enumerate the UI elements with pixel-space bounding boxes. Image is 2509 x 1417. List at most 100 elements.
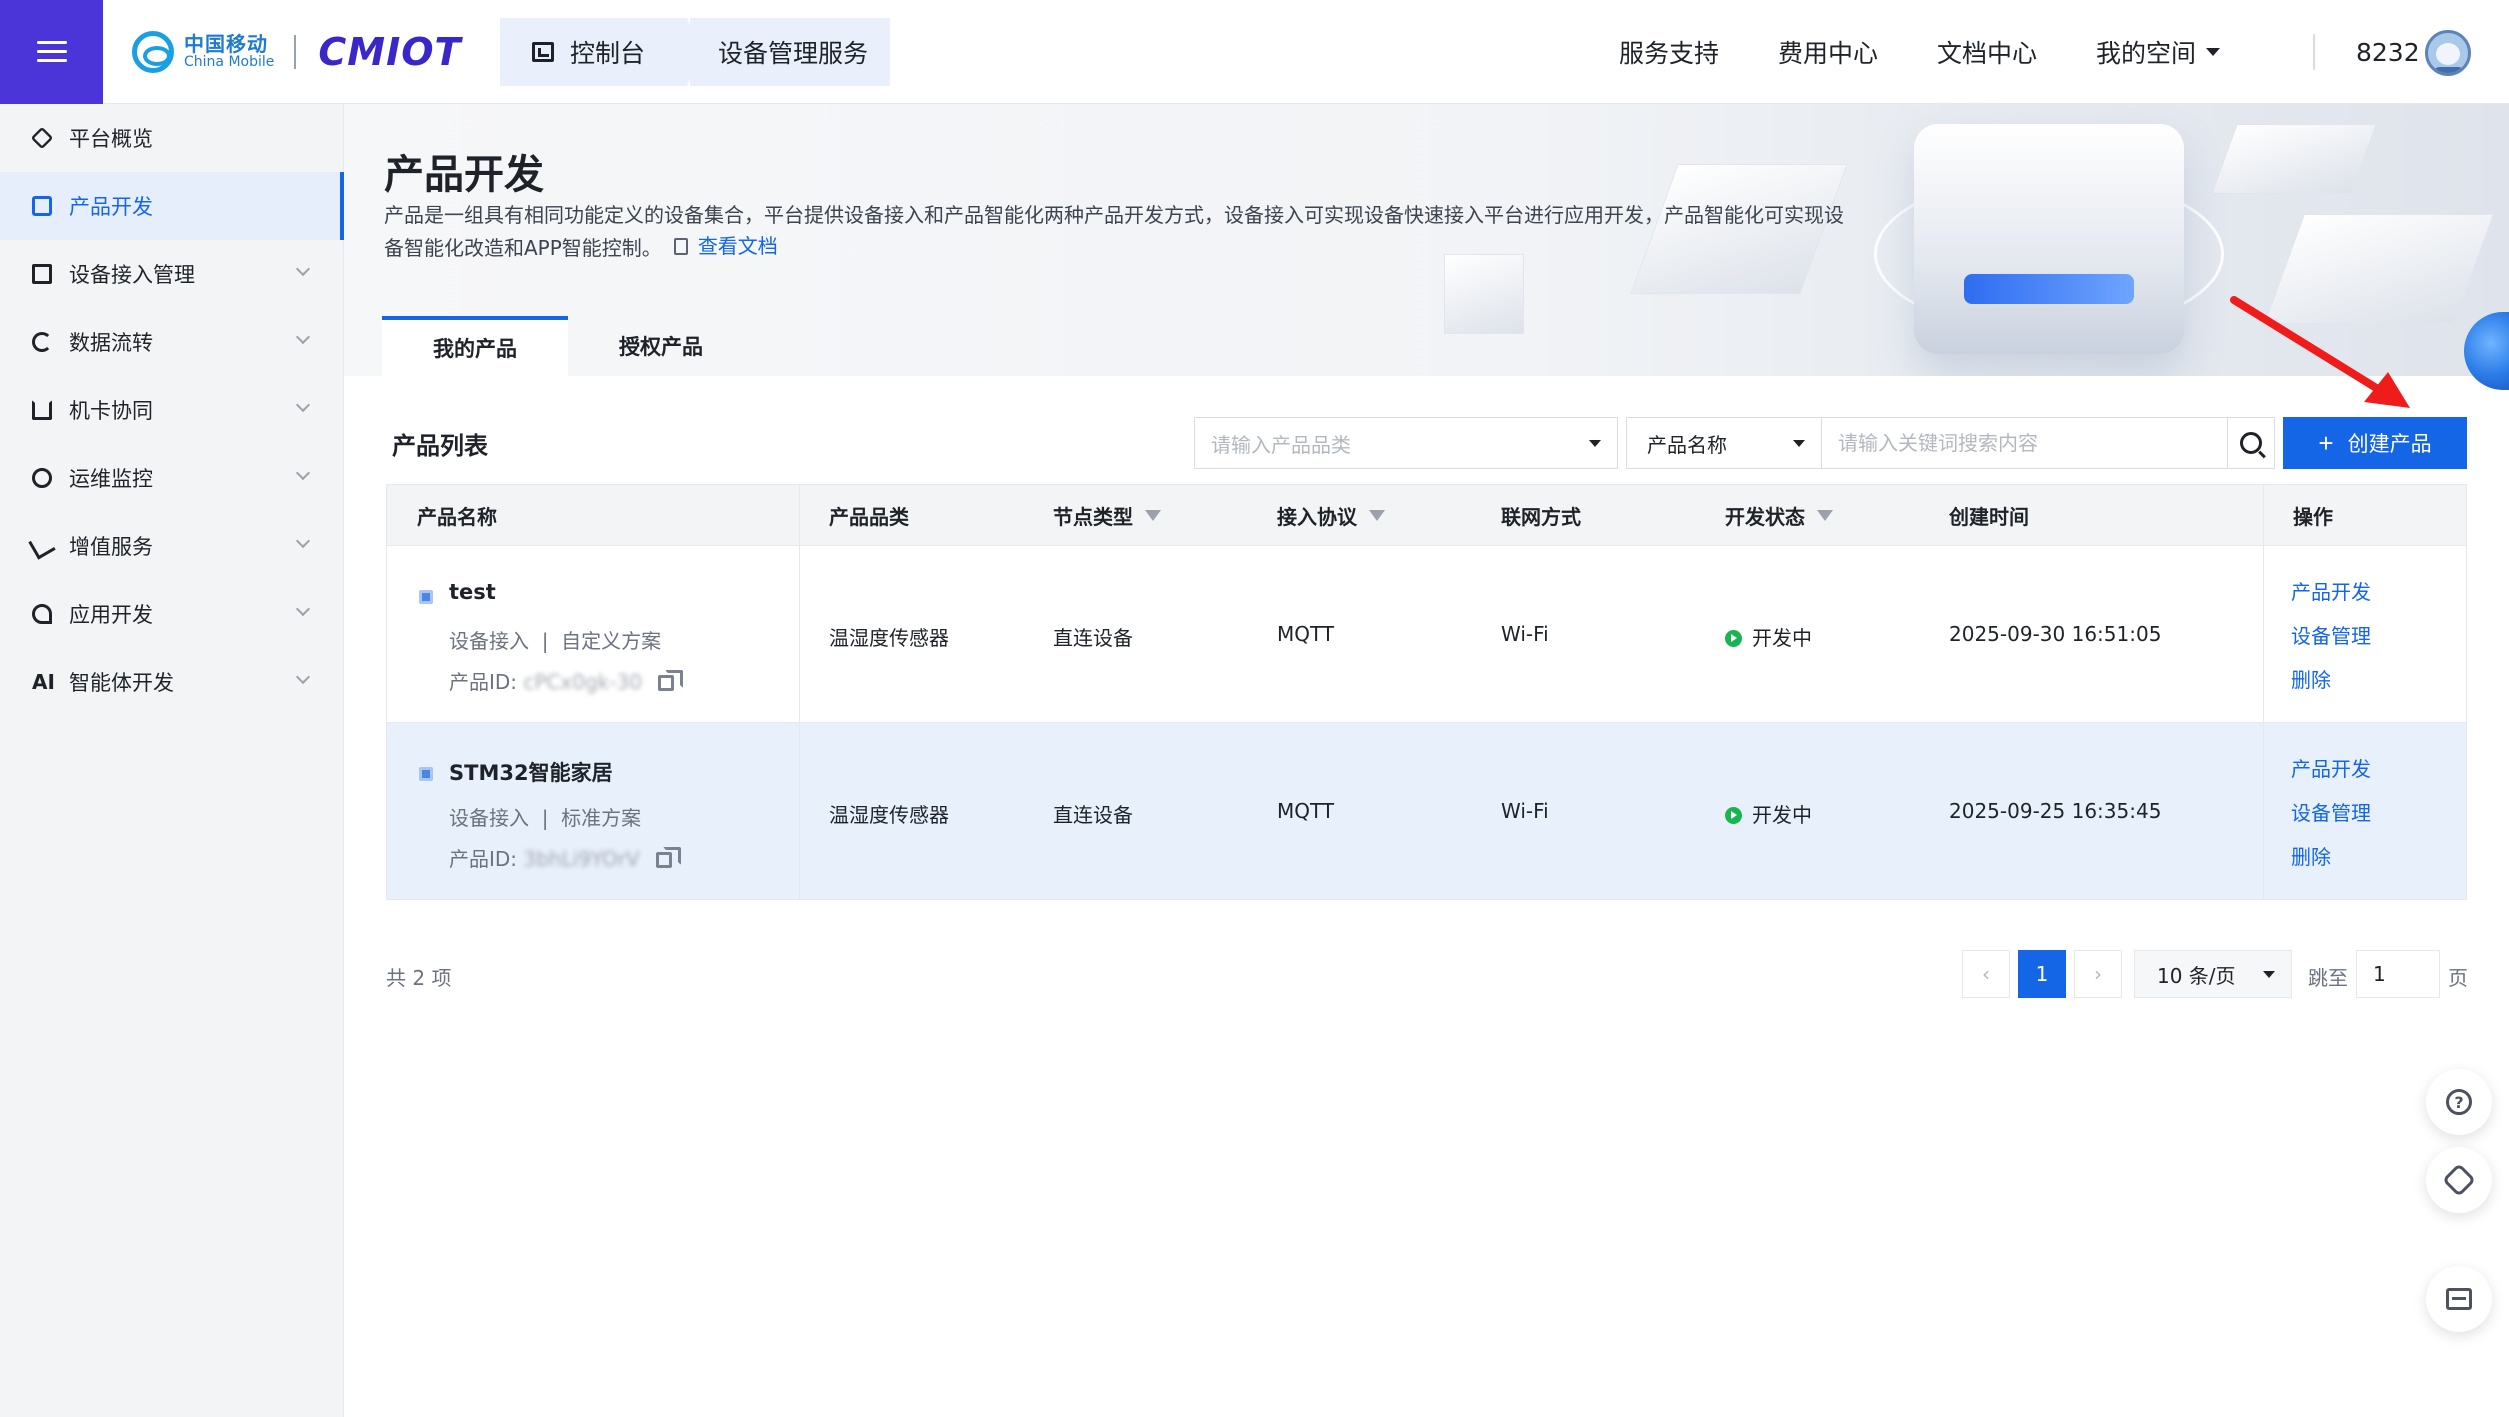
annotation-arrow-icon (2230, 296, 2410, 408)
chevron-down-icon (295, 397, 311, 413)
status-badge: 开发中 (1725, 799, 1812, 828)
product-id: 产品ID: cPCx0gk-30 (449, 666, 684, 695)
view-docs-link[interactable]: 查看文档 (662, 231, 778, 262)
breadcrumb-device-service[interactable]: 设备管理服务 (690, 18, 890, 86)
product-name[interactable]: STM32智能家居 (449, 757, 613, 787)
jump-label: 跳至 (2308, 966, 2348, 990)
help-button[interactable]: ? (2426, 1069, 2492, 1135)
filter-icon[interactable] (1817, 509, 1833, 521)
tab-my-products[interactable]: 我的产品 (382, 316, 568, 376)
breadcrumb-console-label: 控制台 (570, 39, 646, 68)
table-row: test 设备接入 | 自定义方案 产品ID: cPCx0gk-30 温湿度传感… (387, 545, 2466, 723)
product-dev-link[interactable]: 产品开发 (2291, 753, 2371, 782)
tab-authorized-products[interactable]: 授权产品 (568, 316, 754, 376)
document-icon (673, 238, 688, 255)
search-input[interactable] (1822, 417, 2228, 469)
cmiot-logo: CMIOT (318, 30, 462, 74)
sidebar-item-app-dev[interactable]: 应用开发 (0, 580, 344, 648)
top-bar: 中国移动 China Mobile CMIOT 控制台 设备管理服务 服务支持 … (0, 0, 2509, 104)
delete-link[interactable]: 删除 (2291, 664, 2331, 693)
search-field-select[interactable]: 产品名称 (1626, 417, 1822, 469)
jump-page-input[interactable] (2356, 950, 2440, 998)
copy-icon[interactable] (658, 670, 684, 691)
nav-service-support[interactable]: 服务支持 (1619, 0, 1719, 104)
delete-link[interactable]: 删除 (2291, 841, 2331, 870)
value-added-icon (28, 532, 56, 560)
breadcrumb-console[interactable]: 控制台 (500, 18, 687, 86)
sidebar-item-device-access[interactable]: 设备接入管理 (0, 240, 344, 308)
china-mobile-logo-icon (132, 31, 174, 73)
column-name: 产品名称 (417, 504, 497, 529)
chevron-down-icon (295, 261, 311, 277)
sidebar-item-overview[interactable]: 平台概览 (0, 104, 344, 172)
product-category: 温湿度传感器 (829, 803, 949, 827)
column-category: 产品品类 (829, 504, 909, 529)
search-icon (2240, 432, 2262, 454)
create-product-button[interactable]: + 创建产品 (2283, 417, 2467, 469)
message-icon (2446, 1288, 2472, 1310)
filter-icon[interactable] (1369, 509, 1385, 521)
nav-doc-center[interactable]: 文档中心 (1937, 0, 2037, 104)
page-title: 产品开发 (384, 152, 544, 198)
next-page-button[interactable]: › (2074, 950, 2122, 998)
column-node-type: 节点类型 (1053, 485, 1161, 545)
status-running-icon (1725, 807, 1742, 824)
brand-en: China Mobile (184, 54, 275, 71)
chevron-down-icon (1793, 440, 1805, 447)
product-icon (419, 767, 433, 781)
page-banner: 产品开发 产品是一组具有相同功能定义的设备集合，平台提供设备接入和产品智能化两种… (344, 104, 2509, 376)
filter-icon[interactable] (1145, 509, 1161, 521)
banner-decoration (1444, 254, 1524, 334)
logo[interactable]: 中国移动 China Mobile CMIOT (132, 28, 461, 76)
sidebar-item-data-flow[interactable]: 数据流转 (0, 308, 344, 376)
product-dev-link[interactable]: 产品开发 (2291, 576, 2371, 605)
total-count: 共 2 项 (386, 966, 452, 990)
banner-decoration (2211, 124, 2377, 194)
column-network: 联网方式 (1501, 504, 1581, 529)
data-flow-icon (32, 332, 52, 352)
page-unit-label: 页 (2448, 966, 2468, 990)
search-button[interactable] (2227, 417, 2275, 469)
prev-page-button[interactable]: ‹ (1962, 950, 2010, 998)
main-content: 产品开发 产品是一组具有相同功能定义的设备集合，平台提供设备接入和产品智能化两种… (344, 104, 2509, 1417)
copy-icon[interactable] (656, 847, 682, 868)
sidebar-item-card-sync[interactable]: 机卡协同 (0, 376, 344, 444)
message-button[interactable] (2426, 1266, 2492, 1332)
category-select[interactable]: 请输入产品品类 (1194, 417, 1618, 469)
sidebar-item-product-dev[interactable]: 产品开发 (0, 172, 344, 240)
chevron-down-icon (295, 465, 311, 481)
chevron-down-icon (1589, 440, 1601, 447)
page-size-select[interactable]: 10 条/页 (2134, 950, 2292, 998)
chevron-down-icon (2206, 48, 2221, 56)
device-manage-link[interactable]: 设备管理 (2291, 620, 2371, 649)
column-status: 开发状态 (1725, 485, 1833, 545)
product-name[interactable]: test (449, 580, 496, 604)
access-protocol: MQTT (1277, 799, 1335, 823)
sidebar-item-monitor[interactable]: 运维监控 (0, 444, 344, 512)
overview-icon (30, 126, 54, 150)
feedback-button[interactable] (2426, 1147, 2492, 1213)
brand-cn: 中国移动 (184, 32, 268, 57)
app-dev-icon (32, 604, 52, 624)
node-type: 直连设备 (1053, 626, 1133, 650)
monitor-icon (32, 468, 52, 488)
sidebar-item-value-added[interactable]: 增值服务 (0, 512, 344, 580)
card-sync-icon (32, 400, 52, 420)
nav-my-space[interactable]: 我的空间 (2096, 0, 2221, 104)
page-number-current[interactable]: 1 (2018, 950, 2066, 998)
status-running-icon (1725, 630, 1742, 647)
node-type: 直连设备 (1053, 803, 1133, 827)
sidebar-item-ai-dev[interactable]: AI 智能体开发 (0, 648, 344, 716)
device-access-icon (32, 264, 52, 284)
product-icon (419, 590, 433, 604)
nav-fee-center[interactable]: 费用中心 (1778, 0, 1878, 104)
network-type: Wi-Fi (1501, 622, 1549, 646)
product-list-title: 产品列表 (392, 432, 488, 460)
device-manage-link[interactable]: 设备管理 (2291, 797, 2371, 826)
ai-icon: AI (32, 670, 55, 694)
menu-button[interactable] (0, 0, 103, 104)
avatar[interactable] (2425, 30, 2471, 76)
logo-divider (294, 35, 297, 69)
user-id[interactable]: 8232 (2356, 0, 2420, 104)
plus-icon: + (2318, 427, 2334, 458)
